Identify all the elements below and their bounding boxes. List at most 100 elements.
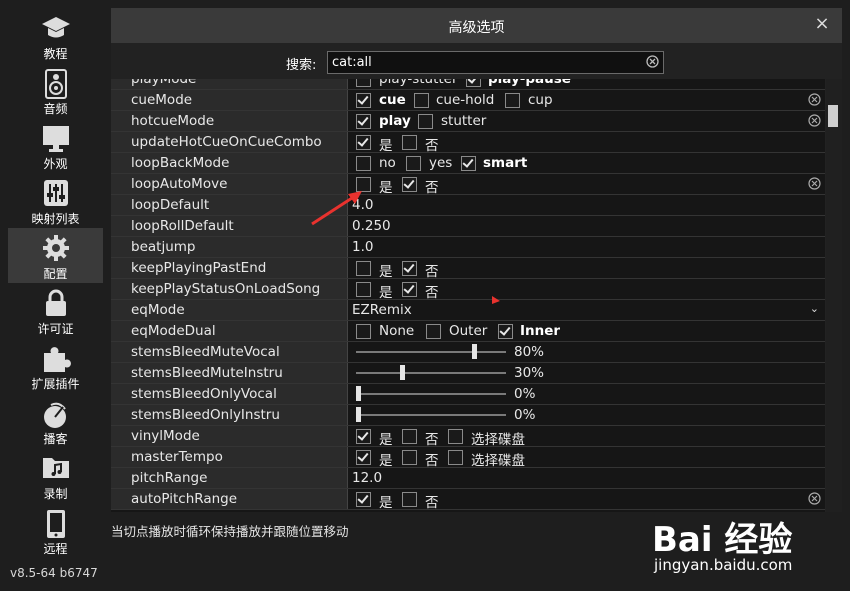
table-row: beatjump 1.0 [111,237,825,258]
table-row: keepPlayingPastEnd 是 否 [111,258,825,280]
option-value-field[interactable]: 0.250 [352,218,391,234]
option-label: no [379,155,396,171]
checkbox[interactable] [356,429,371,444]
option-value-field[interactable]: 4.0 [352,197,373,213]
sidebar-item-license[interactable]: 许可证 [8,283,103,338]
option-label: 否 [425,453,439,469]
checkbox[interactable] [356,114,371,129]
monitor-icon [8,124,103,156]
checkbox[interactable] [356,156,371,171]
option-name: stemsBleedMuteVocal [131,344,280,360]
checkbox[interactable] [402,177,417,192]
checkbox[interactable] [402,282,417,297]
sidebar-item-record[interactable]: 录制 [8,448,103,503]
checkbox[interactable] [461,156,476,171]
checkbox[interactable] [448,450,463,465]
close-button[interactable]: × [812,14,832,34]
sidebar-item-mappings[interactable]: 映射列表 [8,173,103,228]
checkbox[interactable] [448,429,463,444]
option-name: hotcueMode [131,113,215,129]
scrollbar[interactable] [826,79,842,512]
checkbox[interactable] [356,492,371,507]
table-row: pitchRange 12.0 [111,468,825,489]
checkbox[interactable] [402,492,417,507]
reset-icon[interactable] [808,492,821,505]
option-label: 否 [425,180,439,196]
checkbox[interactable] [466,79,481,87]
table-row: vinylMode 是 否 选择碟盘 [111,426,825,448]
option-name: updateHotCueOnCueCombo [131,134,322,150]
option-label: 选择碟盘 [471,432,525,448]
sidebar-item-podcast[interactable]: 播客 [8,393,103,448]
sidebar-item-plugins[interactable]: 扩展插件 [8,338,103,393]
option-label: Outer [449,323,488,339]
reset-icon[interactable] [808,93,821,106]
sidebar: 教程 音频 外观 映射列表 配置 许可证 扩展插件 播客 录制 远程 v8.5-… [0,0,108,591]
table-row: stemsBleedOnlyInstru 0% [111,405,825,426]
watermark-url: jingyan.baidu.com [654,556,793,574]
checkbox[interactable] [426,324,441,339]
sidebar-item-label: 录制 [43,487,68,501]
reset-icon[interactable] [808,177,821,190]
slider-track[interactable] [356,351,506,353]
search-input[interactable] [332,53,632,71]
table-row: cueMode cue cue-hold cup [111,90,825,111]
clear-search-icon[interactable] [646,55,659,68]
sliders-icon [8,179,103,211]
option-value-field[interactable]: 1.0 [352,239,373,255]
option-label: 是 [379,432,393,448]
checkbox[interactable] [402,135,417,150]
option-name: stemsBleedMuteInstru [131,365,283,381]
title-bar: 高级选项 × [111,8,842,43]
slider-track[interactable] [356,393,506,395]
slider-handle[interactable] [472,344,477,359]
checkbox[interactable] [356,261,371,276]
slider-value: 80% [514,344,545,360]
checkbox[interactable] [406,156,421,171]
checkbox[interactable] [414,93,429,108]
checkbox[interactable] [356,79,371,87]
checkbox[interactable] [356,93,371,108]
sidebar-item-config[interactable]: 配置 [8,228,103,283]
slider-handle[interactable] [399,365,405,380]
checkbox[interactable] [356,450,371,465]
checkbox[interactable] [402,450,417,465]
checkbox[interactable] [402,261,417,276]
reset-icon[interactable] [808,114,821,127]
checkbox[interactable] [356,324,371,339]
option-description: 当切点播放时循环保持播放并跟随位置移动 [111,524,349,539]
option-value-field[interactable]: 12.0 [352,470,382,486]
option-label: 是 [379,285,393,301]
option-name: keepPlayStatusOnLoadSong [131,281,321,297]
sidebar-item-label: 扩展插件 [31,377,80,391]
slider-track[interactable] [356,372,506,374]
option-label: 否 [425,138,439,154]
option-label: 是 [379,264,393,280]
checkbox[interactable] [356,135,371,150]
checkbox[interactable] [505,93,520,108]
slider-handle[interactable] [356,407,361,422]
option-label: cue-hold [436,92,495,108]
checkbox[interactable] [498,324,513,339]
slider-handle[interactable] [356,386,361,401]
table-row: autoPitchRange 是 否 [111,489,825,511]
option-label: cue [379,92,406,108]
checkbox[interactable] [418,114,433,129]
option-name: loopRollDefault [131,218,234,234]
scrollbar-thumb[interactable] [828,105,838,127]
checkbox[interactable] [356,177,371,192]
checkbox[interactable] [402,429,417,444]
option-label: play-stutter [379,79,458,87]
table-row: loopAutoMove 是 否 [111,174,825,196]
sidebar-item-label: 音频 [43,102,68,116]
slider-value: 30% [514,365,545,381]
checkbox[interactable] [356,282,371,297]
option-label: 是 [379,180,393,196]
slider-value: 0% [514,386,536,402]
sidebar-item-remote[interactable]: 远程 [8,503,103,558]
sidebar-item-tutorial[interactable]: 教程 [8,8,103,63]
sidebar-item-audio[interactable]: 音频 [8,63,103,118]
eqmode-dropdown[interactable]: EZRemix ⌄ [349,300,825,320]
sidebar-item-appearance[interactable]: 外观 [8,118,103,173]
slider-track[interactable] [356,414,506,416]
